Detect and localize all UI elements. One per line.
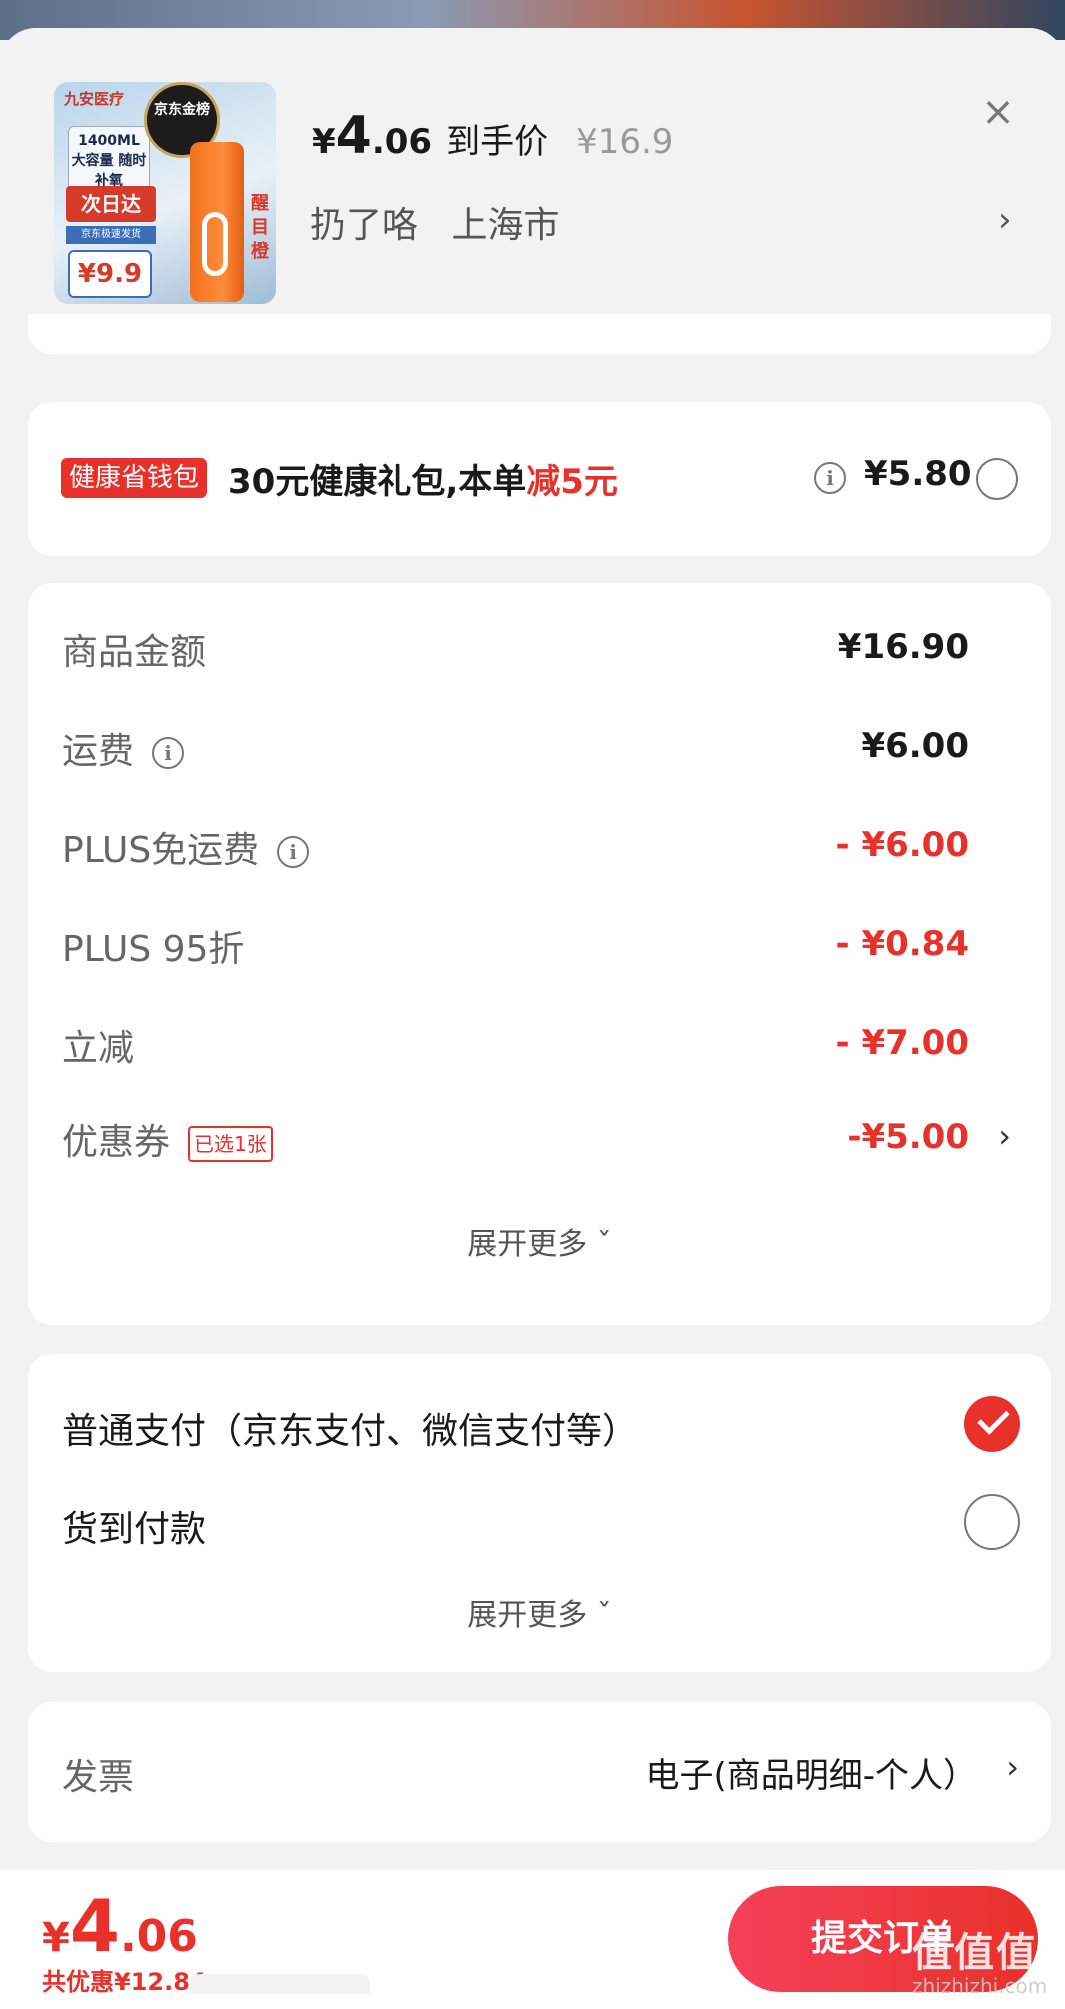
coupon-label: 优惠券 [62, 1122, 171, 1163]
fee-summary-card: 商品金额 ¥16.90 运费 i ¥6.00 PLUS免运费 i - ¥6.00 P… [28, 583, 1051, 1325]
thumb-delivery: 京东极速发货 [66, 226, 156, 244]
info-icon[interactable]: i [152, 737, 185, 769]
price-label: 到手价 [446, 122, 549, 162]
gift-text-main: 30元健康礼包,本单 [228, 462, 527, 502]
watermark-url: zhizhizhi.com [912, 1974, 1048, 1998]
price-decimal: .06 [371, 122, 433, 162]
gift-radio[interactable] [976, 458, 1018, 500]
close-icon[interactable]: × [978, 92, 1018, 132]
chevron-right-icon[interactable]: › [998, 200, 1012, 240]
price-symbol: ¥ [312, 122, 336, 162]
fee-row-goods: 商品金额 ¥16.90 [62, 623, 1017, 683]
coupon-row[interactable]: 优惠券 已选1张 -¥5.00 › [62, 1113, 1017, 1173]
product-header: 九安医疗 1400ML 大容量 随时补氧 次日达 京东极速发货 ¥9.9 京东金… [0, 28, 1065, 334]
fee-row-plus-shipping: PLUS免运费 i - ¥6.00 [62, 821, 1017, 881]
payment-option-online[interactable]: 普通支付（京东支付、微信支付等） [62, 1402, 638, 1454]
fee-label-text: PLUS免运费 [62, 830, 260, 871]
gift-text-red: 减5元 [526, 462, 618, 502]
chevron-right-icon[interactable]: › [1006, 1748, 1019, 1786]
watermark-logo: 值值值 [912, 1930, 1038, 1976]
fee-label: PLUS免运费 i [62, 821, 310, 873]
info-icon[interactable]: i [814, 462, 846, 494]
thumb-price: ¥9.9 [68, 250, 152, 298]
total-integer: 4 [69, 1884, 120, 1968]
expand-more-button[interactable]: 展开更多 ˇ [28, 1219, 1051, 1263]
invoice-card[interactable]: 发票 电子(商品明细-个人） › [28, 1702, 1051, 1842]
total-price: ¥ 4 .06 [42, 1884, 198, 1968]
collapsed-card [28, 314, 1051, 354]
gift-tag: 健康省钱包 [61, 458, 208, 498]
invoice-label: 发票 [62, 1757, 135, 1798]
thumb-side-text: 醒目橙 [251, 193, 269, 262]
checkout-bar: ¥ 4 .06 共优惠¥12.84 提交订单 [0, 1870, 1065, 2009]
coupon-badge: 已选1张 [188, 1126, 273, 1162]
health-gift-card: 健康省钱包 30元健康礼包,本单减5元 i ¥5.80 [28, 402, 1051, 556]
total-saved: 共优惠¥12.84 [42, 1968, 207, 1996]
invoice-value: 电子(商品明细-个人） [645, 1756, 977, 1796]
address-name: 扔了咯 [310, 205, 419, 246]
address-city: 上海市 [451, 205, 560, 246]
gift-price: ¥5.80 [864, 454, 972, 494]
coupon-value: -¥5.00 [847, 1117, 969, 1157]
fee-row-instant-discount: 立减 - ¥7.00 [62, 1019, 1017, 1079]
product-thumbnail[interactable]: 九安医疗 1400ML 大容量 随时补氧 次日达 京东极速发货 ¥9.9 京东金… [54, 82, 276, 304]
chevron-right-icon[interactable]: › [998, 1117, 1011, 1155]
thumb-brand: 九安医疗 [64, 90, 125, 108]
payment-radio[interactable] [964, 1494, 1020, 1550]
address-row[interactable]: 扔了咯 上海市 [310, 196, 581, 248]
fee-value: - ¥6.00 [835, 825, 970, 865]
expand-more-button[interactable]: 展开更多 ˇ [28, 1590, 1051, 1634]
fee-label: 优惠券 已选1张 [62, 1113, 273, 1165]
fee-row-shipping: 运费 i ¥6.00 [62, 722, 1017, 782]
fee-value: - ¥7.00 [835, 1023, 970, 1063]
payment-card: 普通支付（京东支付、微信支付等） 货到付款 展开更多 ˇ [28, 1354, 1051, 1672]
checkmark-icon[interactable] [964, 1396, 1020, 1452]
total-decimal: .06 [119, 1911, 198, 1962]
home-indicator [190, 1974, 370, 1994]
fee-value: ¥16.90 [837, 627, 969, 667]
fee-label: 商品金额 [62, 632, 207, 673]
oxygen-can-icon [190, 142, 244, 302]
payment-option-cod[interactable]: 货到付款 [62, 1500, 206, 1552]
fee-value: - ¥0.84 [835, 924, 970, 964]
fee-label-text: 运费 [62, 731, 135, 772]
fee-row-plus-discount: PLUS 95折 - ¥0.84 [62, 920, 1017, 980]
order-sheet: 九安医疗 1400ML 大容量 随时补氧 次日达 京东极速发货 ¥9.9 京东金… [0, 28, 1065, 2009]
fee-label: 立减 [62, 1028, 135, 1069]
gift-text: 30元健康礼包,本单减5元 [228, 454, 618, 503]
price-line: ¥ 4 .06 到手价 ¥16.9 [312, 106, 673, 166]
thumb-next-day: 次日达 [66, 186, 156, 222]
fee-label: PLUS 95折 [62, 929, 245, 970]
total-symbol: ¥ [42, 1915, 70, 1961]
original-price: ¥16.9 [576, 122, 674, 162]
info-icon[interactable]: i [277, 836, 310, 868]
fee-label: 运费 i [62, 722, 185, 774]
fee-value: ¥6.00 [861, 726, 969, 766]
price-integer: 4 [335, 106, 372, 166]
